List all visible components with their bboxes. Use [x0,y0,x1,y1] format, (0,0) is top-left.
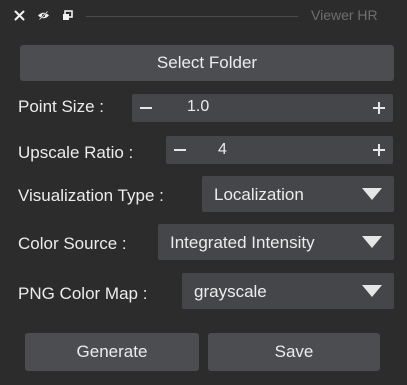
restore-icon[interactable] [61,9,74,22]
point-size-label: Point Size : [18,97,104,116]
title-separator [86,16,298,17]
visualization-type-selected: Localization [214,185,304,204]
select-folder-button[interactable]: Select Folder [20,45,394,81]
save-button[interactable]: Save [208,333,380,371]
upscale-ratio-decrement-button[interactable] [166,136,194,164]
select-folder-label: Select Folder [156,53,258,72]
png-color-map-label: PNG Color Map : [18,284,148,303]
title-bar: Viewer HR [0,0,407,32]
window-title: Viewer HR [311,7,378,23]
visualization-type-dropdown[interactable]: Localization [202,176,394,212]
save-label: Save [274,342,314,361]
generate-button[interactable]: Generate [25,333,199,371]
point-size-decrement-button[interactable] [132,94,160,122]
upscale-ratio-value[interactable]: 4 [218,141,227,159]
point-size-value[interactable]: 1.0 [187,98,209,116]
upscale-ratio-label: Upscale Ratio : [18,143,134,162]
generate-label: Generate [76,342,148,361]
point-size-spinbox: 1.0 [132,94,393,122]
plus-icon [373,102,385,114]
upscale-ratio-increment-button[interactable] [365,136,393,164]
minus-icon [140,107,152,109]
point-size-increment-button[interactable] [365,94,393,122]
color-source-dropdown[interactable]: Integrated Intensity [158,224,394,260]
visualization-type-label: Visualization Type : [18,186,164,205]
minus-icon [174,149,186,151]
plus-icon [373,144,385,156]
chevron-down-icon [362,285,382,297]
color-source-label: Color Source : [18,234,127,253]
upscale-ratio-spinbox: 4 [166,136,393,164]
chevron-down-icon [362,188,382,200]
eye-icon[interactable] [37,9,50,22]
color-source-selected: Integrated Intensity [170,233,315,252]
png-color-map-dropdown[interactable]: grayscale [182,273,394,309]
close-icon[interactable] [13,9,26,22]
chevron-down-icon [362,236,382,248]
png-color-map-selected: grayscale [194,282,267,301]
